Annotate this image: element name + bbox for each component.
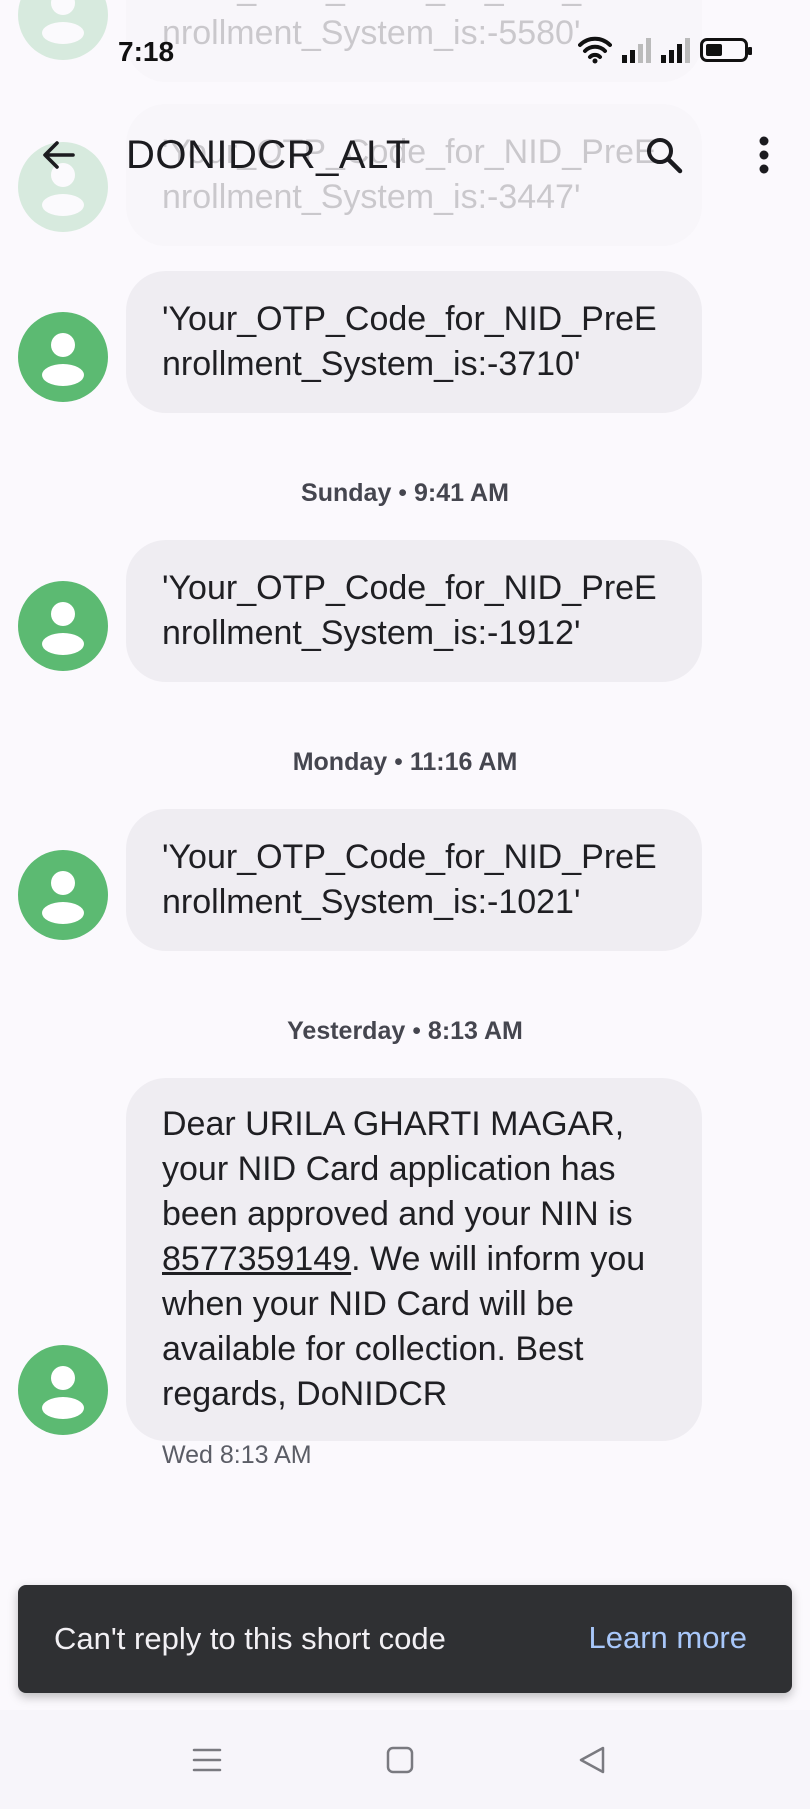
- separator-time: 11:16 AM: [409, 748, 518, 776]
- learn-more-button[interactable]: Learn more: [588, 1620, 747, 1656]
- search-icon: [647, 138, 683, 174]
- separator-day: Sunday: [301, 479, 392, 507]
- more-vert-icon: [759, 136, 769, 174]
- date-separator: Yesterday • 8:13 AM: [287, 1017, 523, 1045]
- separator-time: 9:41 AM: [414, 479, 509, 507]
- square-icon: [386, 1746, 414, 1774]
- date-separator: Monday • 11:16 AM: [292, 748, 518, 776]
- nav-back-button[interactable]: [570, 1738, 614, 1782]
- message-bubble[interactable]: Dear URILA GHARTI MAGAR, your NID Card a…: [126, 1078, 702, 1441]
- snackbar-message: Can't reply to this short code: [54, 1621, 446, 1656]
- message-bubble[interactable]: 'Your_OTP_Code_for_NID_PreEnrollment_Sys…: [126, 809, 702, 951]
- message-bubble[interactable]: 'Your_OTP_Code_for_NID_PreEnrollment_Sys…: [126, 540, 702, 682]
- triangle-back-icon: [579, 1746, 605, 1774]
- battery-icon: [700, 38, 752, 62]
- navigation-bar: [0, 1710, 810, 1809]
- separator-day: Monday: [292, 748, 388, 776]
- nin-number-link[interactable]: 8577359149: [162, 1240, 351, 1278]
- message-timestamp: Wed 8:13 AM: [162, 1441, 312, 1469]
- status-time: 7:18: [118, 36, 175, 67]
- sender-avatar[interactable]: [18, 312, 108, 402]
- sender-avatar[interactable]: [18, 850, 108, 940]
- sender-avatar[interactable]: [18, 1345, 108, 1435]
- wifi-icon: [578, 36, 612, 64]
- menu-icon: [192, 1748, 222, 1772]
- message-text: Dear URILA GHARTI MAGAR, your NID Card a…: [162, 1105, 633, 1233]
- more-options-button[interactable]: [735, 126, 793, 184]
- message-bubble[interactable]: 'Your_OTP_Code_for_NID_PreEnrollment_Sys…: [126, 271, 702, 413]
- conversation-title: DONIDCR_ALT: [126, 133, 411, 177]
- date-separator: Sunday • 9:41 AM: [301, 479, 509, 507]
- status-icons: [578, 36, 752, 64]
- snackbar: Can't reply to this short code Learn mor…: [18, 1585, 792, 1693]
- arrow-back-icon: [43, 141, 75, 169]
- signal-icon: [661, 37, 690, 63]
- separator-time: 8:13 AM: [427, 1017, 523, 1045]
- separator-day: Yesterday: [287, 1017, 406, 1045]
- status-bar: 7:18: [0, 0, 810, 100]
- signal-icon: [622, 37, 651, 63]
- search-button[interactable]: [635, 126, 693, 184]
- recents-button[interactable]: [185, 1738, 229, 1782]
- back-button[interactable]: [30, 126, 88, 184]
- sender-avatar[interactable]: [18, 581, 108, 671]
- app-bar: DONIDCR_ALT: [0, 100, 810, 210]
- home-button[interactable]: [378, 1738, 422, 1782]
